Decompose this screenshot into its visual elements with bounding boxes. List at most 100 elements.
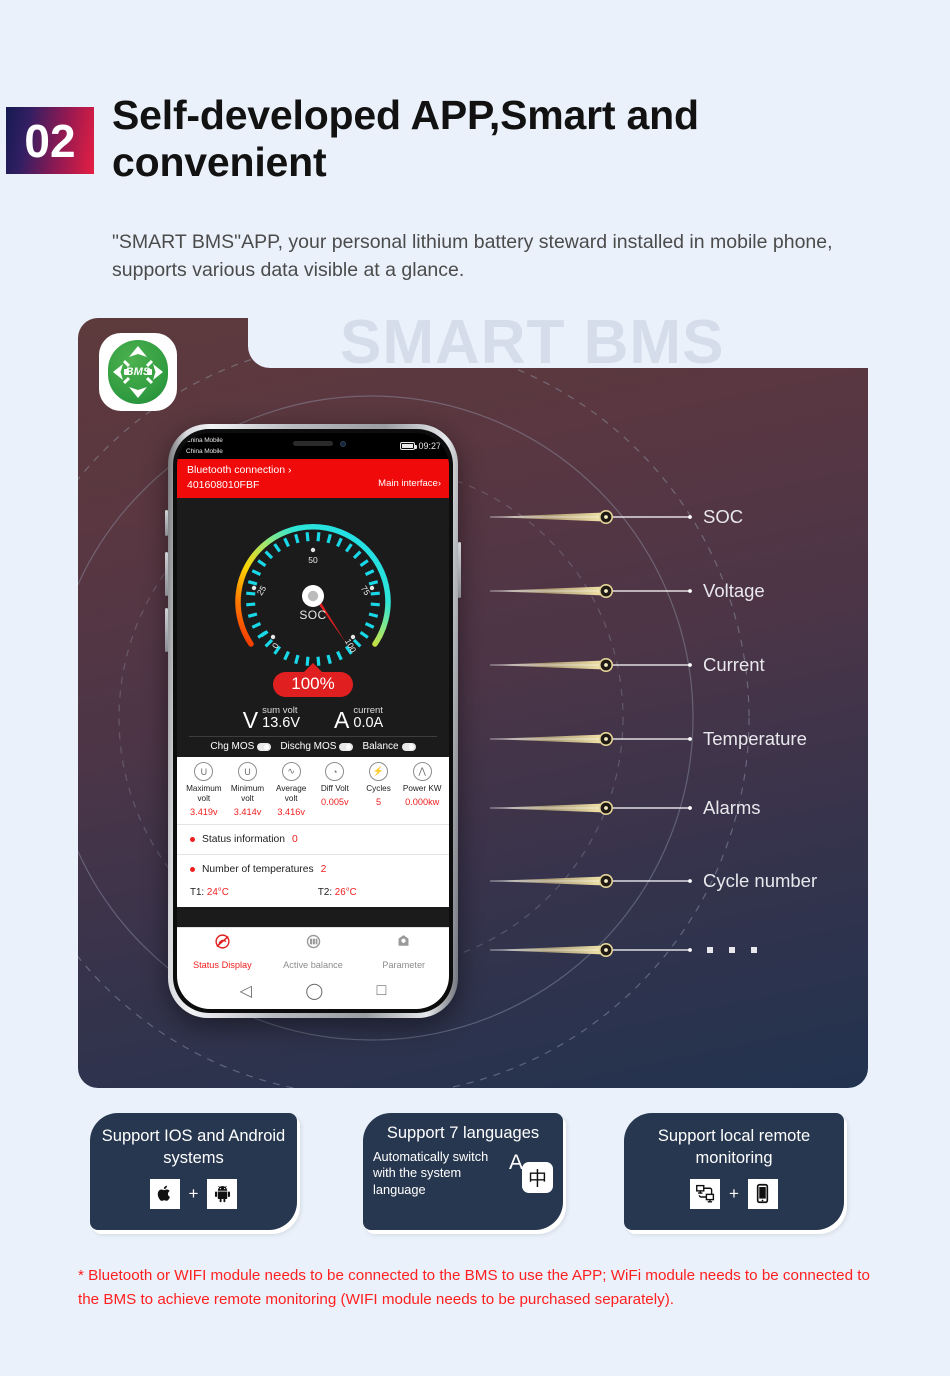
card-icon-row: + [624,1178,844,1209]
temperature-count-row[interactable]: Number of temperatures 2 [177,854,449,884]
stat-value: 3.414v [233,807,262,817]
section-number: 02 [24,114,76,167]
balance-label: Balance [362,741,399,752]
sum-volt-item: V sum volt 13.6V [243,705,300,731]
smartphone-icon [747,1178,778,1209]
stat-value: 3.419v [190,807,218,817]
page-subtitle: "SMART BMS"APP, your personal lithium ba… [112,231,833,282]
tab-label: Active balance [283,960,343,970]
phone-volume-down-button [165,608,168,652]
network-devices-glyph [695,1184,714,1203]
status-information-row[interactable]: Status information 0 [177,824,449,854]
cell-stats-row: U Maximum volt 3.419v U Minimum volt 3.4… [177,757,449,824]
status-display-glyph [215,934,230,949]
sum-volt-value: 13.6V [262,715,301,731]
app-header: Bluetooth connection › Main interface› 4… [177,459,449,498]
temperature-count-label: Number of temperatures [202,864,314,875]
soc-percent-badge: 100% [273,672,353,697]
t1-value: 24°C [206,887,229,898]
bullet-dot-icon [190,837,195,842]
temperature-1: T1: 24°C [190,887,318,898]
stat-maximum-volt: U Maximum volt 3.419v [182,762,226,817]
pulse-icon: ⋀ [412,762,432,781]
temperature-count-value: 2 [320,864,327,875]
toggle-switch-icon[interactable] [339,742,354,751]
chg-mos-toggle[interactable]: Chg MOS [210,741,272,752]
latin-letter-a: A [509,1151,524,1175]
home-circle-icon[interactable]: ◯ [305,981,323,1001]
apple-glyph [157,1185,170,1201]
main-interface-link[interactable]: Main interface› [378,478,441,489]
phone-power-button [458,542,461,598]
feature-card-languages: Support 7 languages Automatically switch… [363,1113,563,1230]
pointer-label-temperature: Temperature [703,728,807,749]
ellipsis-dot [729,947,735,953]
android-glyph [214,1185,230,1203]
stat-average-volt: ∿ Average volt 3.416v [269,762,313,817]
phone-status-bar: China Mobile China Mobile 09:27 [177,433,449,459]
stat-label: Cycles [366,784,391,793]
pointer-label-soc: SOC [703,506,744,527]
voltage-up-icon: U [194,762,214,781]
card-title: Support IOS and Android systems [101,1127,286,1167]
phone-volume-up-button [165,552,168,596]
plus-symbol: + [729,1183,739,1203]
toggle-switch-icon[interactable] [401,742,416,751]
carrier-line-2: China Mobile [186,447,223,455]
soc-gauge-dial: 0 25 50 75 100 [235,524,391,666]
android-icon [207,1178,238,1209]
status-clock: 09:27 [418,441,441,451]
back-triangle-icon[interactable]: ◁ [240,981,252,1001]
chg-mos-label: Chg MOS [210,741,255,752]
pointer-label-cycle-number: Cycle number [703,870,818,891]
stat-label: Diff Volt [320,784,349,793]
stat-label: Minimum volt [230,784,265,803]
stat-cycles: ⚡ Cycles 5 [357,762,401,817]
tab-label: Status Display [192,960,252,970]
plus-symbol: + [188,1183,199,1203]
status-information-value: 0 [292,834,298,845]
status-information-label: Status information [202,834,285,845]
voltage-down-icon: U [238,762,257,781]
dischg-mos-toggle[interactable]: Dischg MOS [280,741,354,752]
t2-value: 26°C [334,887,357,898]
stat-label: Maximum volt [186,784,222,803]
stat-power-kw: ⋀ Power KW 0.000kw [400,762,444,817]
active-balance-glyph [306,934,320,949]
stat-label: Power KW [402,784,442,793]
svg-text:0: 0 [270,641,281,650]
language-translate-icon: A 中 [509,1151,553,1194]
infographic-page: 02 Self-developed APP,Smart and convenie… [0,0,950,1376]
bluetooth-connection-link[interactable]: Bluetooth connection › [187,464,439,476]
section-number-badge: 02 [6,107,94,174]
recents-square-icon[interactable]: □ [377,982,387,1000]
tab-status-display[interactable]: Status Display [177,933,268,973]
tab-parameter[interactable]: Parameter [358,933,449,973]
t1-label: T1: [190,887,205,898]
page-title: Self-developed APP,Smart and convenient [112,92,699,185]
app-tab-bar: Status Display Active balance Parameter [177,927,449,976]
phone-bezel: China Mobile China Mobile 09:27 Bluetoot… [173,429,453,1013]
cjk-character: 中 [522,1162,553,1194]
stat-label: Average volt [276,784,307,803]
tab-active-balance[interactable]: Active balance [268,933,359,973]
status-display-icon [177,933,268,953]
toggle-switch-icon[interactable] [257,742,272,751]
stat-value: 5 [375,797,382,807]
balance-toggle[interactable]: Balance [362,741,416,752]
stat-value: 0.000kw [405,797,440,807]
apple-icon [149,1178,180,1209]
stat-diff-volt: ◔ Diff Volt 0.005v [313,762,357,817]
stat-value: 3.416v [277,807,305,817]
pointer-label-current: Current [703,654,765,675]
temperature-values-row: T1: 24°C T2: 26°C [177,884,449,907]
active-balance-icon [268,933,359,953]
svg-text:100: 100 [343,637,359,654]
card-description: Automatically switch with the system lan… [373,1148,489,1197]
ellipsis-dot [751,947,757,953]
bms-app-logo: BMS [99,333,177,411]
status-right-cluster: 09:27 [400,441,441,451]
soc-gauge-section: 0 25 50 75 100 SOC 100% [177,498,449,699]
gauge-icon: ◔ [325,762,345,781]
card-title: Support 7 languages [386,1124,540,1142]
